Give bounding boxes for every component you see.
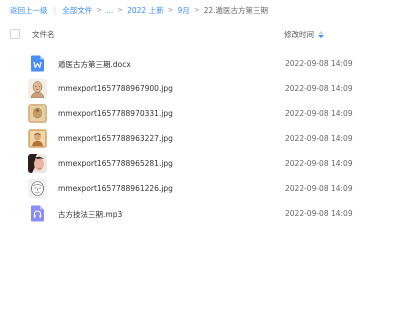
- column-header-time-label: 修改时间: [284, 30, 314, 39]
- image-thumbnail: [28, 154, 47, 173]
- chevron-right-icon: >: [117, 6, 124, 14]
- image-thumbnail: [28, 179, 47, 198]
- crumb-current: 22.遁医古方第三期: [203, 5, 269, 15]
- file-name[interactable]: 古方技法三期.mp3: [58, 209, 122, 220]
- sort-icon[interactable]: [318, 30, 324, 39]
- breadcrumb-divider: |: [53, 5, 57, 15]
- file-row[interactable]: 古方技法三期.mp3 2022-09-08 14:09: [0, 202, 398, 227]
- file-row[interactable]: mmexport1657788963227.jpg 2022-09-08 14:…: [0, 127, 398, 152]
- file-name[interactable]: 遁医古方第三期.docx: [58, 59, 131, 70]
- image-thumbnail: [28, 79, 47, 98]
- file-name[interactable]: mmexport1657788965281.jpg: [58, 159, 173, 168]
- file-modified-time: 2022-09-08 14:09: [285, 84, 353, 93]
- file-name[interactable]: mmexport1657788963227.jpg: [58, 134, 173, 143]
- file-modified-time: 2022-09-08 14:09: [285, 109, 353, 118]
- file-row[interactable]: mmexport1657788967900.jpg 2022-09-08 14:…: [0, 77, 398, 102]
- file-modified-time: 2022-09-08 14:09: [285, 209, 353, 218]
- crumb-ellipsis[interactable]: ...: [106, 6, 113, 15]
- file-row[interactable]: mmexport1657788970331.jpg 2022-09-08 14:…: [0, 102, 398, 127]
- image-thumbnail: [28, 104, 47, 123]
- breadcrumb: 返回上一级 | 全部文件 > ... > 2022 上新 > 9月 > 22.遁…: [10, 3, 268, 17]
- crumb-month[interactable]: 9月: [177, 5, 189, 16]
- file-list-header: 文件名 修改时间: [0, 25, 398, 45]
- file-modified-time: 2022-09-08 14:09: [285, 184, 353, 193]
- file-row[interactable]: mmexport1657788961226.jpg 2022-09-08 14:…: [0, 177, 398, 202]
- word-doc-icon: [28, 54, 47, 73]
- column-header-time[interactable]: 修改时间: [284, 29, 324, 40]
- back-link[interactable]: 返回上一级: [10, 5, 48, 16]
- file-name[interactable]: mmexport1657788961226.jpg: [58, 184, 173, 193]
- crumb-all-files[interactable]: 全部文件: [62, 5, 92, 16]
- file-row[interactable]: mmexport1657788965281.jpg 2022-09-08 14:…: [0, 152, 398, 177]
- file-name[interactable]: mmexport1657788970331.jpg: [58, 109, 173, 118]
- chevron-right-icon: >: [193, 6, 200, 14]
- chevron-right-icon: >: [167, 6, 174, 14]
- chevron-right-icon: >: [96, 6, 103, 14]
- file-name[interactable]: mmexport1657788967900.jpg: [58, 84, 173, 93]
- audio-file-icon: [28, 204, 47, 223]
- file-list: 遁医古方第三期.docx 2022-09-08 14:09 mmexport16…: [0, 52, 398, 227]
- select-all-checkbox[interactable]: [10, 29, 20, 39]
- file-modified-time: 2022-09-08 14:09: [285, 59, 353, 68]
- file-modified-time: 2022-09-08 14:09: [285, 134, 353, 143]
- file-modified-time: 2022-09-08 14:09: [285, 159, 353, 168]
- file-row[interactable]: 遁医古方第三期.docx 2022-09-08 14:09: [0, 52, 398, 77]
- crumb-year[interactable]: 2022 上新: [127, 5, 163, 16]
- column-header-name[interactable]: 文件名: [32, 29, 55, 40]
- image-thumbnail: [28, 129, 47, 148]
